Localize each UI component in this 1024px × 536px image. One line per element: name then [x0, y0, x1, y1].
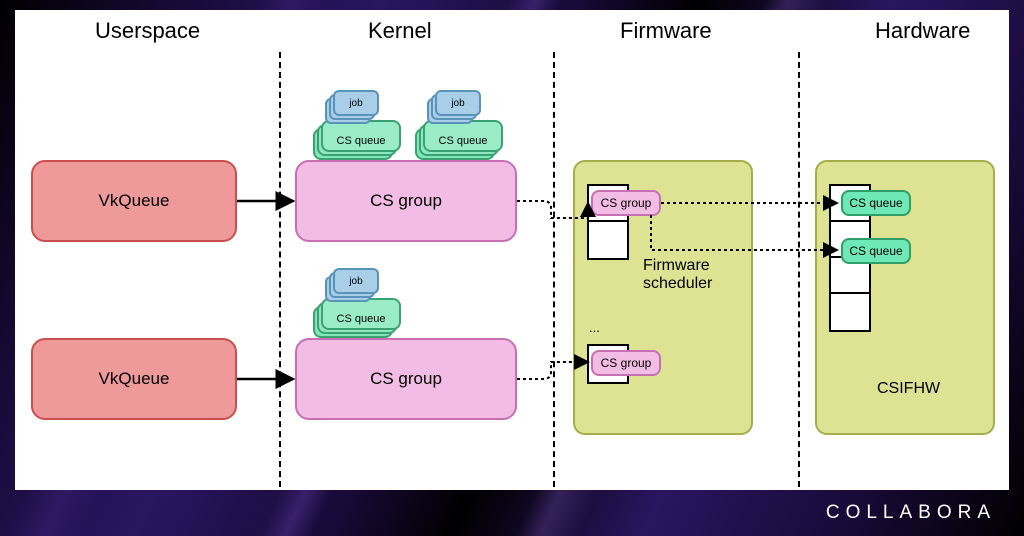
job-label: job	[349, 98, 362, 109]
col-header-kernel: Kernel	[368, 18, 432, 44]
job-label: job	[349, 276, 362, 287]
col-header-firmware: Firmware	[620, 18, 712, 44]
fw-ellipsis: ...	[589, 320, 600, 335]
cs-group-1-label: CS group	[370, 191, 442, 211]
col-header-userspace: Userspace	[95, 18, 200, 44]
job-label: job	[451, 98, 464, 109]
vkqueue-2-label: VkQueue	[99, 369, 170, 389]
csq-label: CS queue	[337, 313, 386, 325]
hw-csqueue-label: CS queue	[849, 196, 902, 210]
csq-label: CS queue	[439, 135, 488, 147]
cs-group-2-label: CS group	[370, 369, 442, 389]
col-header-hardware: Hardware	[875, 18, 970, 44]
firmware-scheduler-label: Firmware scheduler	[643, 257, 748, 293]
hw-csqueue-pill-1: CS queue	[841, 190, 911, 216]
csq-stack-1a: CS queue CS queue CS queue job job job	[313, 98, 399, 160]
divider-3	[798, 52, 800, 487]
fw-csgroup-pill-2: CS group	[591, 350, 661, 376]
csq-stack-2: CS queue CS queue CS queue job job job	[313, 276, 399, 338]
fw-csgroup-label: CS group	[601, 356, 652, 370]
job-1b-front: job	[435, 90, 481, 116]
vkqueue-1-label: VkQueue	[99, 191, 170, 211]
csifhw-box: CS queue CS queue CSIFHW	[815, 160, 995, 435]
fw-slot	[589, 222, 627, 258]
vkqueue-1: VkQueue	[31, 160, 237, 242]
brand-logo: COLLABORA	[826, 502, 996, 524]
hw-csqueue-pill-2: CS queue	[841, 238, 911, 264]
cs-group-1: CS group	[295, 160, 517, 242]
hw-csqueue-label: CS queue	[849, 244, 902, 258]
fw-csgroup-pill-1: CS group	[591, 190, 661, 216]
fw-csgroup-label: CS group	[601, 196, 652, 210]
diagram-canvas: Userspace Kernel Firmware Hardware VkQue…	[15, 10, 1009, 490]
hw-slot	[831, 294, 869, 330]
csq-1a-front: CS queue	[321, 120, 401, 152]
job-2-front: job	[333, 268, 379, 294]
csq-stack-1b: CS queue CS queue CS queue job job job	[415, 98, 501, 160]
csq-1b-front: CS queue	[423, 120, 503, 152]
csq-label: CS queue	[337, 135, 386, 147]
csq-2-front: CS queue	[321, 298, 401, 330]
job-1a-front: job	[333, 90, 379, 116]
firmware-scheduler-box: CS group ... CS group Firmware scheduler	[573, 160, 753, 435]
divider-2	[553, 52, 555, 487]
cs-group-2: CS group	[295, 338, 517, 420]
vkqueue-2: VkQueue	[31, 338, 237, 420]
divider-1	[279, 52, 281, 487]
csifhw-label: CSIFHW	[877, 380, 940, 398]
